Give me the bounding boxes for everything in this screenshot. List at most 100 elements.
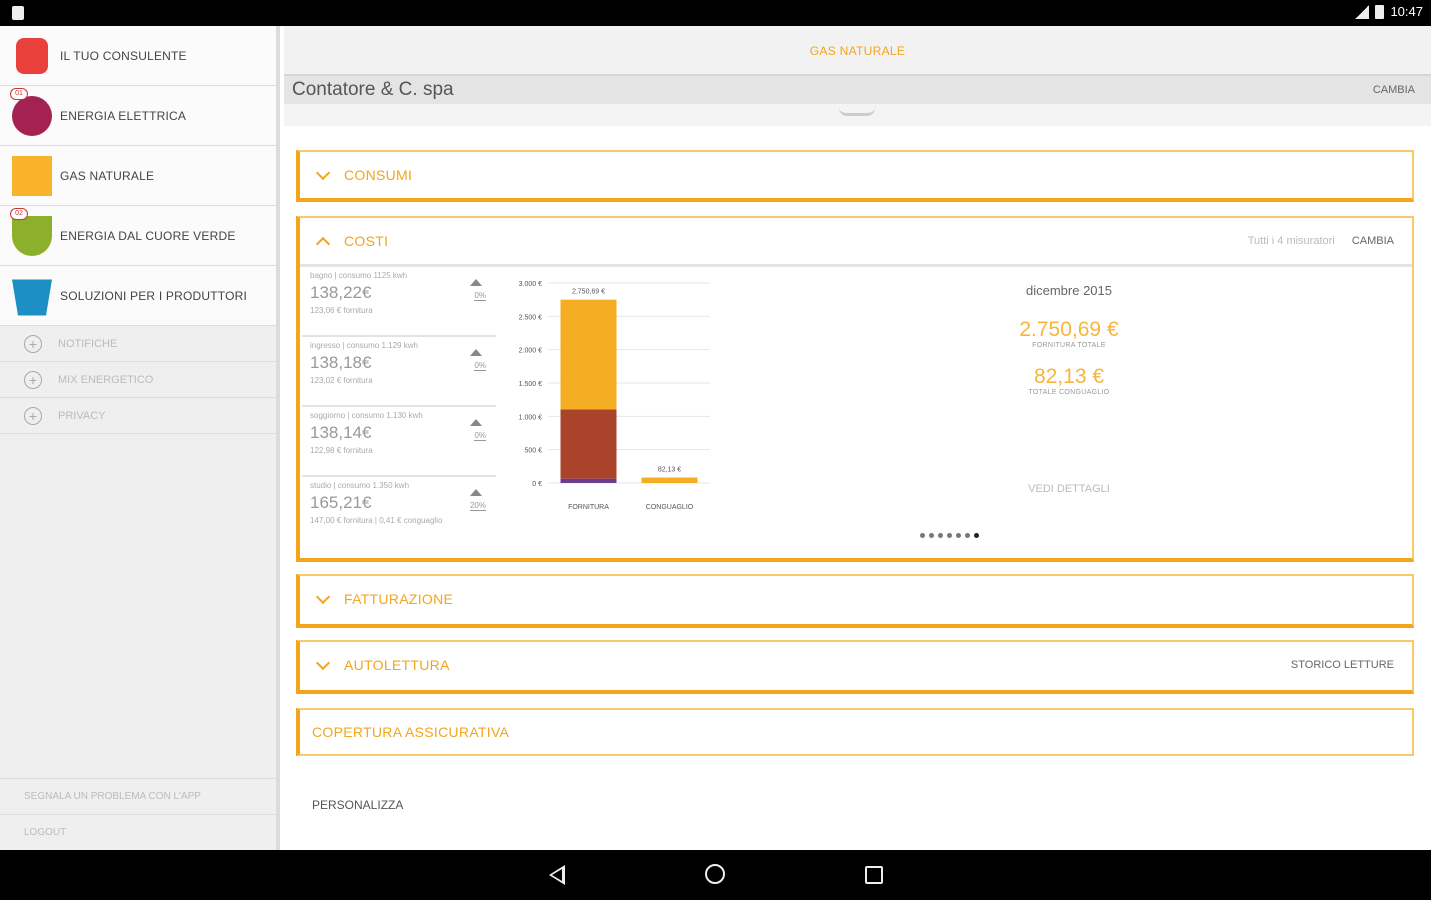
plus-circle-icon: + <box>24 334 42 353</box>
meter-card[interactable]: ingresso | consumo 1.129 kwh 138,18€ 123… <box>302 337 496 407</box>
main-content: GAS NATURALE Contatore & C. spa CAMBIA C… <box>284 26 1431 850</box>
copertura-panel[interactable]: COPERTURA ASSICURATIVA <box>296 708 1414 756</box>
meter-amount: 138,14€ <box>310 423 372 442</box>
sidebar-item-label: GAS NATURALE <box>60 168 155 183</box>
bar-segment <box>560 478 617 483</box>
page-indicator[interactable] <box>920 533 979 538</box>
cost-chart: 0 € 500 € 1.000 € 1.500 € 2.000 € 2.500 € 3.00… <box>496 267 726 517</box>
bar-segment <box>560 409 617 479</box>
battery-icon <box>1375 4 1385 19</box>
fatturazione-panel[interactable]: FATTURAZIONE <box>296 574 1414 628</box>
arrow-up-icon <box>470 349 482 356</box>
consultant-icon <box>16 37 48 74</box>
arrow-up-icon <box>470 279 482 286</box>
meter-info: soggiorno | consumo 1.130 kwh <box>310 411 423 420</box>
view-details-link[interactable]: VEDI DETTAGLI <box>728 483 1410 495</box>
bar-value-label: 82,13 € <box>658 467 681 474</box>
reading-history-link[interactable]: STORICO LETTURE <box>1291 659 1394 671</box>
meter-card[interactable]: soggiorno | consumo 1.130 kwh 138,14€ 12… <box>302 407 496 477</box>
meter-info: studio | consumo 1.350 kwh <box>310 481 410 490</box>
clock: 10:47 <box>1390 4 1423 19</box>
natural-gas-icon <box>12 155 52 196</box>
change-company-button[interactable]: CAMBIA <box>1373 84 1415 96</box>
detail-conguaglio: 82,13 € <box>1033 365 1105 388</box>
navigation-bar <box>0 850 1431 900</box>
chevron-down-icon <box>315 655 331 671</box>
collapse-handle[interactable] <box>284 104 1431 126</box>
meter-card[interactable]: studio | consumo 1.350 kwh 165,21€ 147,0… <box>302 477 496 547</box>
sidebar-item-energia-elettrica[interactable]: 01 ENERGIA ELETTRICA <box>0 86 276 146</box>
costi-panel: COSTI Tutti i 4 misuratori CAMBIA bagno … <box>296 216 1414 562</box>
sd-card-icon <box>12 6 24 20</box>
panel-title: FATTURAZIONE <box>344 591 454 607</box>
company-name: Contatore & C. spa <box>292 79 454 100</box>
sidebar: IL TUO CONSULENTE 01 ENERGIA ELETTRICA G… <box>0 26 280 850</box>
meter-supply: 123,02 € fornitura <box>310 376 373 385</box>
plus-circle-icon: + <box>24 406 42 425</box>
meter-supply: 147,00 € fornitura | 0,41 € conguaglio <box>310 516 443 525</box>
meter-amount: 138,18€ <box>310 353 372 372</box>
meter-info: ingresso | consumo 1.129 kwh <box>310 341 418 350</box>
electric-energy-icon <box>12 95 52 136</box>
page-dot <box>929 533 934 538</box>
meter-list: bagno | consumo 1125 kwh 138,22€ 123,06 … <box>302 267 496 547</box>
detail-total-label: FORNITURA TOTALE <box>1032 342 1106 349</box>
green-energy-icon <box>12 215 52 256</box>
detail-conguaglio-label: TOTALE CONGUAGLIO <box>1028 389 1110 396</box>
sidebar-subitem-label: PRIVACY <box>58 409 106 422</box>
page-dot <box>938 533 943 538</box>
recent-apps-icon[interactable] <box>865 866 883 884</box>
arrow-up-icon <box>470 419 482 426</box>
sidebar-item-label: IL TUO CONSULENTE <box>60 48 187 63</box>
cost-chart-svg: 0 € 500 € 1.000 € 1.500 € 2.000 € 2.500 € 3.00… <box>519 281 710 511</box>
sidebar-item-notifiche[interactable]: + NOTIFICHE <box>0 326 276 362</box>
autolettura-panel[interactable]: AUTOLETTURA STORICO LETTURE <box>296 640 1414 694</box>
arrow-up-icon <box>470 489 482 496</box>
meter-supply: 122,98 € fornitura <box>310 446 373 455</box>
x-tick-label: CONGUAGLIO <box>646 504 694 511</box>
meter-info: bagno | consumo 1125 kwh <box>310 271 408 280</box>
company-bar: Contatore & C. spa CAMBIA <box>284 76 1431 104</box>
bar-value-label: 2.750,69 € <box>572 289 605 296</box>
y-tick-label: 500 € <box>524 448 542 455</box>
sidebar-item-label: SOLUZIONI PER I PRODUTTORI <box>60 288 247 303</box>
y-tick-label: 3.000 € <box>519 281 542 288</box>
bar-segment <box>560 299 617 410</box>
costi-header[interactable]: COSTI Tutti i 4 misuratori CAMBIA <box>300 218 1412 264</box>
cost-detail: dicembre 2015 2.750,69 € FORNITURA TOTAL… <box>728 267 1410 517</box>
consumi-panel[interactable]: CONSUMI <box>296 150 1414 202</box>
sidebar-item-privacy[interactable]: + PRIVACY <box>0 398 276 434</box>
sidebar-item-gas-naturale[interactable]: GAS NATURALE <box>0 146 276 206</box>
page-dot <box>965 533 970 538</box>
logout-link[interactable]: LOGOUT <box>0 814 276 850</box>
signal-icon <box>1355 4 1370 19</box>
y-tick-label: 2.500 € <box>519 314 542 321</box>
chevron-down-icon <box>315 589 331 605</box>
panel-title: COPERTURA ASSICURATIVA <box>312 724 510 740</box>
page-title: GAS NATURALE <box>284 26 1431 76</box>
change-meter-button[interactable]: CAMBIA <box>1352 235 1394 247</box>
sidebar-subitem-label: NOTIFICHE <box>58 337 118 350</box>
sidebar-item-energia-verde[interactable]: 02 ENERGIA DAL CUORE VERDE <box>0 206 276 266</box>
chevron-down-icon <box>315 165 331 181</box>
sidebar-item-consulente[interactable]: IL TUO CONSULENTE <box>0 26 276 86</box>
meter-percent: 0% <box>474 431 486 441</box>
meter-amount: 138,22€ <box>310 283 372 302</box>
meter-percent: 20% <box>469 501 486 511</box>
panel-title: COSTI <box>344 233 389 249</box>
sidebar-subitem-label: MIX ENERGETICO <box>58 373 154 386</box>
chevron-up-icon <box>315 236 331 252</box>
sidebar-item-mix-energetico[interactable]: + MIX ENERGETICO <box>0 362 276 398</box>
meter-filter-label: Tutti i 4 misuratori <box>1247 235 1335 247</box>
report-problem-link[interactable]: SEGNALA UN PROBLEMA CON L'APP <box>0 778 276 814</box>
back-icon[interactable] <box>549 865 565 885</box>
detail-month: dicembre 2015 <box>1026 283 1112 298</box>
home-icon[interactable] <box>705 864 725 884</box>
customize-button[interactable]: PERSONALIZZA <box>312 798 403 812</box>
meter-amount: 165,21€ <box>310 493 372 512</box>
meter-card[interactable]: bagno | consumo 1125 kwh 138,22€ 123,06 … <box>302 267 496 337</box>
page-dot-active <box>974 533 979 538</box>
y-tick-label: 0 € <box>532 481 542 488</box>
detail-total: 2.750,69 € <box>1019 318 1119 341</box>
sidebar-item-soluzioni[interactable]: SOLUZIONI PER I PRODUTTORI <box>0 266 276 326</box>
